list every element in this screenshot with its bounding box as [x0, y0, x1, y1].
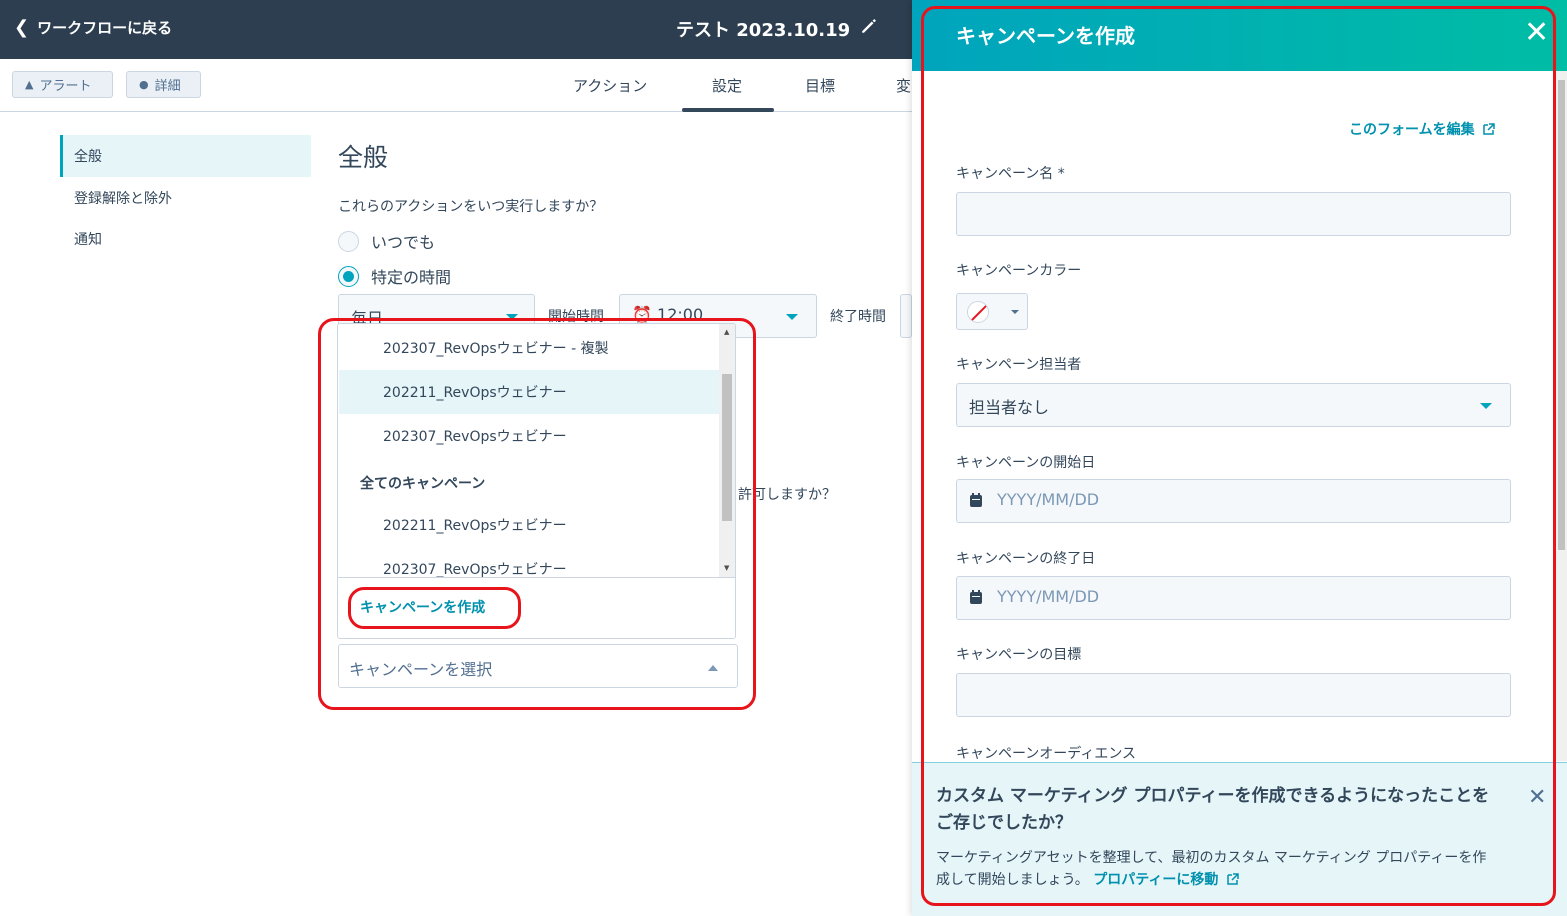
create-campaign-panel: キャンペーンを作成 ✕ このフォームを編集 キャンペーン名 * キャンペーンカラ…: [912, 0, 1567, 916]
close-icon[interactable]: ✕: [1524, 18, 1549, 48]
calendar-icon: [970, 590, 982, 604]
notice-title: カスタム マーケティング プロパティーを作成できるようになったことをご存じでした…: [936, 786, 1490, 834]
campaign-owner-label: キャンペーン担当者: [956, 357, 1082, 373]
radio-specific-time[interactable]: 特定の時間: [338, 264, 451, 288]
campaign-audience-label: キャンペーンオーディエンス: [956, 746, 1137, 762]
edit-form-link-label: このフォームを編集: [1349, 122, 1475, 138]
alert-label: アラート: [39, 79, 92, 94]
warning-icon: ▲: [25, 78, 34, 91]
nav-item-notifications[interactable]: 通知: [60, 218, 311, 260]
dropdown-item[interactable]: 202307_RevOpsウェビナー: [339, 414, 719, 458]
caret-down-icon: [1011, 310, 1019, 314]
top-bar: ❮ ワークフローに戻る テスト 2023.10.19: [0, 0, 912, 59]
details-button[interactable]: ● 詳細: [126, 71, 201, 98]
caret-up-icon: [708, 665, 718, 671]
dropdown-item[interactable]: 202211_RevOpsウェビナー: [339, 370, 719, 414]
panel-header: キャンペーンを作成 ✕: [912, 0, 1567, 71]
caret-down-icon: [1480, 403, 1492, 409]
scroll-up-arrow[interactable]: ▲: [724, 328, 729, 336]
end-time-label: 終了時間: [830, 309, 886, 325]
radio-anytime-label: いつでも: [371, 233, 436, 252]
no-color-swatch-icon: [967, 301, 989, 323]
tab-settings[interactable]: 設定: [712, 75, 742, 96]
dropdown-scroll-thumb[interactable]: [722, 374, 732, 521]
go-to-properties-label: プロパティーに移動: [1093, 872, 1219, 889]
campaign-owner-select[interactable]: 担当者なし: [956, 383, 1511, 427]
permission-question: 許可しますか？: [738, 487, 836, 503]
info-icon: ●: [139, 78, 149, 91]
dropdown-group-label: 全てのキャンペーン: [360, 476, 486, 492]
radio-anytime[interactable]: いつでも: [338, 229, 435, 253]
campaign-goal-label: キャンペーンの目標: [956, 647, 1082, 663]
nav-item-unsubscribe[interactable]: 登録解除と除外: [60, 177, 311, 219]
campaign-select-placeholder: キャンペーンを選択: [349, 660, 493, 679]
calendar-icon: [970, 493, 982, 507]
end-date-label: キャンペーンの終了日: [956, 551, 1096, 567]
chevron-left-icon: ❮: [14, 16, 30, 38]
sub-bar: ▲ アラート ● 詳細 アクション 設定 目標 変: [0, 59, 912, 112]
back-label: ワークフローに戻る: [37, 19, 173, 37]
campaign-name-label: キャンペーン名 *: [956, 166, 1065, 182]
owner-value: 担当者なし: [969, 398, 1050, 417]
caret-down-icon: [506, 314, 518, 320]
edit-form-link[interactable]: このフォームを編集: [1349, 119, 1496, 139]
nav-item-general[interactable]: 全般: [60, 135, 311, 177]
campaign-goal-input[interactable]: [956, 673, 1511, 717]
tab-partial[interactable]: 変: [896, 75, 911, 96]
tab-goals[interactable]: 目標: [805, 75, 835, 96]
caret-down-icon: [786, 314, 798, 320]
workflow-title[interactable]: テスト 2023.10.19: [676, 16, 850, 42]
back-to-workflows-button[interactable]: ❮ ワークフローに戻る: [14, 17, 172, 38]
tab-actions[interactable]: アクション: [573, 75, 647, 96]
clock-icon: ⏰: [632, 305, 652, 324]
radio-circle[interactable]: [338, 230, 359, 252]
go-to-properties-link[interactable]: プロパティーに移動: [1093, 872, 1239, 888]
external-link-icon: [1227, 873, 1239, 886]
radio-specific-label: 特定の時間: [371, 268, 452, 287]
start-time-value: 12:00: [657, 305, 704, 324]
alert-button[interactable]: ▲ アラート: [12, 71, 113, 98]
color-picker-button[interactable]: [956, 293, 1028, 330]
section-title: 全般: [338, 143, 389, 172]
details-label: 詳細: [154, 79, 181, 94]
start-date-input[interactable]: YYYY/MM/DD: [956, 479, 1511, 523]
close-icon[interactable]: ✕: [1528, 785, 1546, 810]
campaign-name-input[interactable]: [956, 192, 1511, 236]
campaign-dropdown: 202307_RevOpsウェビナー - 複製 202211_RevOpsウェビ…: [337, 323, 736, 639]
notice-body: マーケティングアセットを整理して、最初のカスタム マーケティング プロパティーを…: [936, 847, 1496, 892]
campaign-select[interactable]: キャンペーンを選択: [338, 644, 738, 688]
panel-title: キャンペーンを作成: [956, 24, 1135, 48]
create-campaign-link[interactable]: キャンペーンを作成: [360, 597, 485, 617]
pencil-icon[interactable]: [860, 17, 878, 35]
scroll-down-arrow[interactable]: ▼: [724, 564, 729, 572]
end-time-select[interactable]: [900, 294, 912, 338]
active-tab-indicator: [682, 108, 774, 112]
campaign-color-label: キャンペーンカラー: [956, 263, 1082, 279]
radio-circle-selected[interactable]: [338, 265, 359, 287]
notice-banner: カスタム マーケティング プロパティーを作成できるようになったことをご存じでした…: [912, 762, 1567, 916]
end-date-input[interactable]: YYYY/MM/DD: [956, 576, 1511, 620]
panel-scroll-thumb[interactable]: [1558, 80, 1565, 550]
end-date-placeholder: YYYY/MM/DD: [997, 587, 1100, 606]
external-link-icon: [1483, 123, 1496, 135]
timing-question: これらのアクションをいつ実行しますか？: [338, 199, 604, 215]
start-date-placeholder: YYYY/MM/DD: [997, 490, 1100, 509]
dropdown-item[interactable]: 202307_RevOpsウェビナー - 複製: [339, 326, 719, 370]
dropdown-item[interactable]: 202211_RevOpsウェビナー: [339, 503, 719, 547]
start-date-label: キャンペーンの開始日: [956, 455, 1096, 471]
